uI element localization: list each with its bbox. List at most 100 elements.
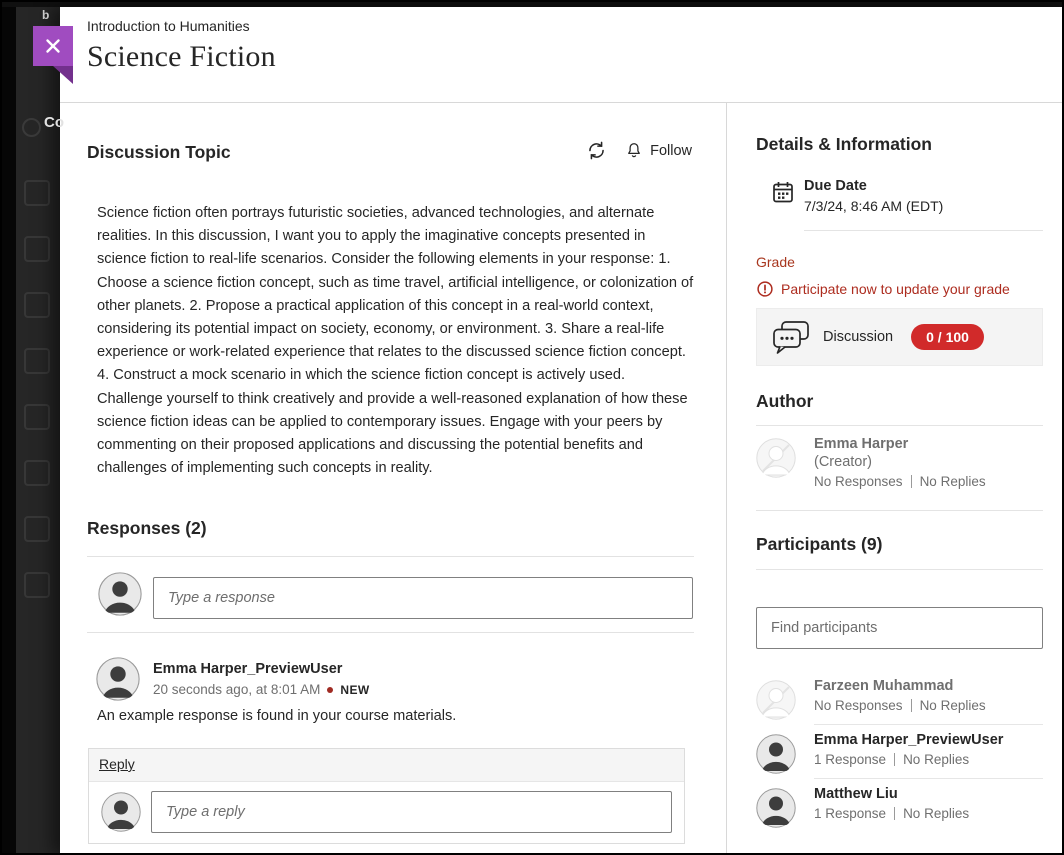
due-date-label: Due Date <box>804 178 867 194</box>
response-input[interactable] <box>153 577 693 619</box>
discussion-topic-heading: Discussion Topic <box>87 142 231 163</box>
dimmed-nav-icon <box>24 516 50 542</box>
participant-info: Matthew Liu 1 Response No Replies <box>814 786 1043 832</box>
dimmed-nav-icon <box>24 236 50 262</box>
background-top-strip <box>0 0 1064 7</box>
participant-replies-count: No Replies <box>903 752 969 767</box>
divider <box>87 556 694 557</box>
participant-responses-count: 1 Response <box>814 806 886 821</box>
reply-input[interactable] <box>151 791 672 833</box>
participant-responses-count: No Responses <box>814 698 903 713</box>
current-user-avatar <box>98 572 142 616</box>
dimmed-nav-icon <box>24 180 50 206</box>
divider <box>756 425 1043 426</box>
participant-row[interactable]: Matthew Liu 1 Response No Replies <box>756 780 1043 832</box>
discussion-topic-body: Science fiction often portrays futuristi… <box>97 202 694 480</box>
grade-type-label: Discussion <box>823 329 893 345</box>
alert-icon <box>757 281 773 297</box>
grade-label: Grade <box>756 254 795 270</box>
author-stats: No Responses No Replies <box>814 474 986 489</box>
participant-avatar <box>756 680 796 720</box>
stats-separator <box>911 699 912 712</box>
reply-link-row: Reply <box>89 749 684 782</box>
close-icon <box>45 38 61 54</box>
follow-button[interactable]: Follow <box>625 141 692 160</box>
divider <box>87 632 694 633</box>
divider <box>756 510 1043 511</box>
author-responses-count: No Responses <box>814 474 903 489</box>
participant-name: Emma Harper_PreviewUser <box>814 732 1043 748</box>
discussion-bubbles-icon <box>771 319 811 355</box>
stats-separator <box>911 475 912 488</box>
calendar-icon <box>771 180 795 209</box>
author-info: Emma Harper (Creator) No Responses No Re… <box>814 436 986 489</box>
dimmed-nav-icon <box>24 404 50 430</box>
participant-row[interactable]: Emma Harper_PreviewUser 1 Response No Re… <box>756 726 1043 779</box>
refresh-icon <box>586 140 607 161</box>
author-name: Emma Harper <box>814 436 986 452</box>
participant-replies-count: No Replies <box>903 806 969 821</box>
stats-separator <box>894 807 895 820</box>
participant-responses-count: 1 Response <box>814 752 886 767</box>
participant-stats: 1 Response No Replies <box>814 806 1043 821</box>
due-date-value: 7/3/24, 8:46 AM (EDT) <box>804 198 943 214</box>
dimmed-search-icon <box>22 118 41 137</box>
response-author-name: Emma Harper_PreviewUser <box>153 661 342 677</box>
breadcrumb-course-name: Introduction to Humanities <box>87 18 250 34</box>
current-user-avatar <box>101 792 141 832</box>
reply-composer <box>89 782 684 843</box>
author-heading: Author <box>756 391 813 412</box>
details-heading: Details & Information <box>756 134 932 155</box>
dimmed-nav-icon <box>24 460 50 486</box>
participant-avatar <box>756 734 796 774</box>
participant-name: Farzeen Muhammad <box>814 678 1043 694</box>
participant-info: Farzeen Muhammad No Responses No Replies <box>814 678 1043 725</box>
reply-section: Reply <box>88 748 685 844</box>
participant-row[interactable]: Farzeen Muhammad No Responses No Replies <box>756 672 1043 725</box>
author-role: (Creator) <box>814 454 986 470</box>
response-author-avatar <box>96 657 140 701</box>
responses-heading: Responses (2) <box>87 518 207 539</box>
follow-button-label: Follow <box>650 143 692 159</box>
find-participants-input[interactable] <box>756 607 1043 649</box>
author-replies-count: No Replies <box>920 474 986 489</box>
background-left-rail <box>0 0 16 855</box>
discussion-main-column: Discussion Topic <box>87 102 694 855</box>
topic-actions: Follow <box>586 140 692 161</box>
page-title: Science Fiction <box>87 40 276 74</box>
participant-info: Emma Harper_PreviewUser 1 Response No Re… <box>814 732 1043 779</box>
grade-summary-box: Discussion 0 / 100 <box>756 308 1043 366</box>
dimmed-nav-icon <box>24 572 50 598</box>
discussion-panel: Introduction to Humanities Science Ficti… <box>60 7 1062 855</box>
grade-score-pill[interactable]: 0 / 100 <box>911 324 984 350</box>
author-avatar <box>756 438 796 478</box>
refresh-button[interactable] <box>586 140 607 161</box>
background-text-fragment: b <box>42 8 49 22</box>
participants-list: Farzeen Muhammad No Responses No Replies… <box>756 672 1043 833</box>
discussion-panel-page: b Co Introduction to Humanities Science … <box>0 0 1064 855</box>
participants-heading: Participants (9) <box>756 534 882 555</box>
divider <box>756 569 1043 570</box>
reply-link[interactable]: Reply <box>99 756 135 772</box>
divider <box>804 230 1043 231</box>
new-indicator-dot <box>327 687 333 693</box>
participant-avatar <box>756 788 796 828</box>
panel-header: Introduction to Humanities Science Ficti… <box>60 7 1062 103</box>
response-timestamp: 20 seconds ago, at 8:01 AM <box>153 682 320 697</box>
participant-stats: No Responses No Replies <box>814 698 1043 713</box>
stats-separator <box>894 753 895 766</box>
close-panel-button[interactable] <box>33 26 73 66</box>
author-row: Emma Harper (Creator) No Responses No Re… <box>756 436 1043 489</box>
dimmed-nav-icon <box>24 292 50 318</box>
participant-stats: 1 Response No Replies <box>814 752 1043 767</box>
bell-icon <box>625 141 643 160</box>
response-body: An example response is found in your cou… <box>97 708 687 724</box>
details-sidebar: Details & Information Due Date 7/3/24, 8… <box>726 102 1062 855</box>
grade-participate-notice[interactable]: Participate now to update your grade <box>757 281 1010 297</box>
participant-name: Matthew Liu <box>814 786 1043 802</box>
grade-notice-text: Participate now to update your grade <box>781 281 1010 297</box>
dimmed-nav-icon <box>24 348 50 374</box>
background-nav-fragment: Co <box>44 114 64 131</box>
response-meta: 20 seconds ago, at 8:01 AM NEW <box>153 682 370 697</box>
new-badge: NEW <box>340 683 369 697</box>
